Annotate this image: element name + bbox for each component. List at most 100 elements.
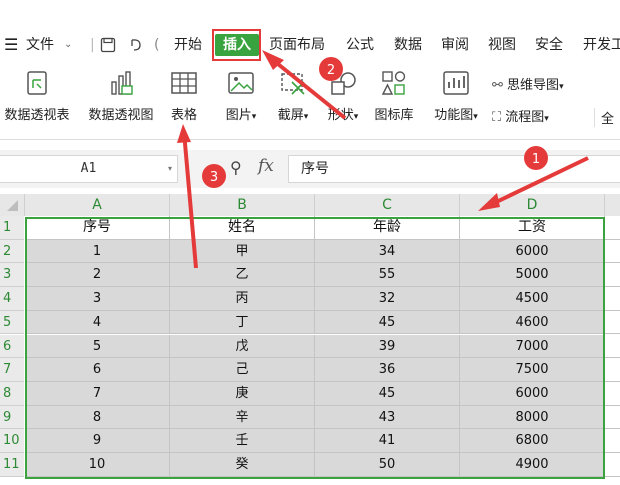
cell-c2[interactable]: 34 bbox=[315, 239, 460, 264]
cell-e1[interactable] bbox=[605, 216, 620, 240]
formula-input[interactable]: 序号 bbox=[288, 155, 620, 183]
column-header-a[interactable]: A bbox=[25, 194, 170, 216]
screenshot-button[interactable]: 截屏▾ bbox=[270, 68, 316, 123]
icon-library-button[interactable]: 图标库 bbox=[370, 68, 418, 123]
zoom-icon[interactable]: ⚲ bbox=[230, 158, 242, 177]
flowchart-button[interactable]: ⛶ 流程图▾ bbox=[492, 106, 549, 125]
cell-e4[interactable] bbox=[605, 287, 620, 311]
cell-d6[interactable]: 7000 bbox=[460, 334, 605, 359]
cell-c9[interactable]: 43 bbox=[315, 405, 460, 430]
row-header-11[interactable]: 11 bbox=[0, 453, 24, 477]
cell-d7[interactable]: 7500 bbox=[460, 358, 605, 382]
undo-icon[interactable] bbox=[128, 34, 146, 56]
cell-a11[interactable]: 10 bbox=[25, 453, 170, 477]
cell-a8[interactable]: 7 bbox=[25, 381, 170, 406]
cell-d3[interactable]: 5000 bbox=[460, 263, 605, 288]
row-header-8[interactable]: 8 bbox=[0, 381, 24, 406]
menu-tab-data[interactable]: 数据 bbox=[394, 34, 422, 56]
menu-tab-page-layout[interactable]: 页面布局 bbox=[269, 34, 325, 56]
cell-c5[interactable]: 45 bbox=[315, 310, 460, 335]
cell-a9[interactable]: 8 bbox=[25, 405, 170, 430]
cell-b3[interactable]: 乙 bbox=[170, 263, 315, 288]
cell-c11[interactable]: 50 bbox=[315, 453, 460, 477]
menu-file[interactable]: 文件 bbox=[26, 34, 54, 56]
cell-b11[interactable]: 癸 bbox=[170, 453, 315, 477]
cell-a1[interactable]: 序号 bbox=[25, 216, 170, 240]
row-header-6[interactable]: 6 bbox=[0, 334, 24, 359]
row-header-10[interactable]: 10 bbox=[0, 429, 24, 453]
cell-b6[interactable]: 戊 bbox=[170, 334, 315, 359]
cell-c10[interactable]: 41 bbox=[315, 429, 460, 453]
cell-e3[interactable] bbox=[605, 263, 620, 288]
cell-e9[interactable] bbox=[605, 405, 620, 430]
cell-a10[interactable]: 9 bbox=[25, 429, 170, 453]
cell-b9[interactable]: 辛 bbox=[170, 405, 315, 430]
cell-e5[interactable] bbox=[605, 310, 620, 335]
row-header-3[interactable]: 3 bbox=[0, 263, 24, 288]
cell-b10[interactable]: 壬 bbox=[170, 429, 315, 453]
cell-d9[interactable]: 8000 bbox=[460, 405, 605, 430]
column-header-b[interactable]: B bbox=[170, 194, 315, 216]
row-header-2[interactable]: 2 bbox=[0, 239, 24, 264]
name-box-dropdown-icon[interactable]: ▾ bbox=[168, 164, 172, 173]
fx-icon[interactable]: fx bbox=[258, 156, 274, 176]
mindmap-button[interactable]: ⚯ 思维导图▾ bbox=[492, 74, 564, 93]
menu-tab-home[interactable]: 开始 bbox=[174, 34, 202, 56]
cell-d4[interactable]: 4500 bbox=[460, 287, 605, 311]
cell-d5[interactable]: 4600 bbox=[460, 310, 605, 335]
cell-e10[interactable] bbox=[605, 429, 620, 453]
menu-tab-review[interactable]: 审阅 bbox=[441, 34, 469, 56]
menu-tab-formulas[interactable]: 公式 bbox=[346, 34, 374, 56]
cell-c7[interactable]: 36 bbox=[315, 358, 460, 382]
cell-a6[interactable]: 5 bbox=[25, 334, 170, 359]
cell-e8[interactable] bbox=[605, 381, 620, 406]
name-box[interactable]: A1 bbox=[0, 155, 178, 183]
menu-tab-security[interactable]: 安全 bbox=[535, 34, 563, 56]
pivot-chart-button[interactable]: 数据透视图 bbox=[84, 68, 158, 123]
cell-c3[interactable]: 55 bbox=[315, 263, 460, 288]
cell-a4[interactable]: 3 bbox=[25, 287, 170, 311]
column-header-c[interactable]: C bbox=[315, 194, 460, 216]
redo-icon[interactable]: ( bbox=[154, 34, 159, 56]
menu-tab-view[interactable]: 视图 bbox=[488, 34, 516, 56]
cell-b7[interactable]: 己 bbox=[170, 358, 315, 382]
row-header-1[interactable]: 1 bbox=[0, 216, 24, 240]
row-header-5[interactable]: 5 bbox=[0, 310, 24, 335]
function-chart-button[interactable]: 功能图▾ bbox=[428, 68, 484, 123]
cell-d1[interactable]: 工资 bbox=[460, 216, 605, 240]
cell-b2[interactable]: 甲 bbox=[170, 239, 315, 264]
cell-d10[interactable]: 6800 bbox=[460, 429, 605, 453]
cell-c8[interactable]: 45 bbox=[315, 381, 460, 406]
cell-a2[interactable]: 1 bbox=[25, 239, 170, 264]
save-icon[interactable] bbox=[100, 34, 116, 56]
cell-b1[interactable]: 姓名 bbox=[170, 216, 315, 240]
row-header-9[interactable]: 9 bbox=[0, 405, 24, 430]
chevron-down-icon[interactable]: ⌄ bbox=[64, 34, 72, 56]
cell-e11[interactable] bbox=[605, 453, 620, 477]
more-button[interactable]: 全 bbox=[594, 108, 614, 127]
hamburger-icon[interactable]: ☰ bbox=[4, 34, 18, 56]
cell-d2[interactable]: 6000 bbox=[460, 239, 605, 264]
cell-c6[interactable]: 39 bbox=[315, 334, 460, 359]
cell-e7[interactable] bbox=[605, 358, 620, 382]
cell-b4[interactable]: 丙 bbox=[170, 287, 315, 311]
cell-d8[interactable]: 6000 bbox=[460, 381, 605, 406]
cell-c4[interactable]: 32 bbox=[315, 287, 460, 311]
row-header-7[interactable]: 7 bbox=[0, 358, 24, 382]
cell-e6[interactable] bbox=[605, 334, 620, 359]
menu-tab-developer[interactable]: 开发工 bbox=[583, 34, 620, 56]
cell-b5[interactable]: 丁 bbox=[170, 310, 315, 335]
column-header-d[interactable]: D bbox=[460, 194, 605, 216]
cell-a5[interactable]: 4 bbox=[25, 310, 170, 335]
table-button[interactable]: 表格 bbox=[166, 68, 202, 123]
select-all-corner[interactable] bbox=[0, 194, 25, 216]
row-header-4[interactable]: 4 bbox=[0, 287, 24, 311]
cell-c1[interactable]: 年龄 bbox=[315, 216, 460, 240]
cell-a3[interactable]: 2 bbox=[25, 263, 170, 288]
column-header-e[interactable] bbox=[605, 194, 620, 216]
cell-b8[interactable]: 庚 bbox=[170, 381, 315, 406]
cell-e2[interactable] bbox=[605, 239, 620, 264]
cell-a7[interactable]: 6 bbox=[25, 358, 170, 382]
shape-button[interactable]: 形状▾ bbox=[320, 68, 366, 123]
pivot-table-button[interactable]: 数据透视表 bbox=[0, 68, 74, 123]
